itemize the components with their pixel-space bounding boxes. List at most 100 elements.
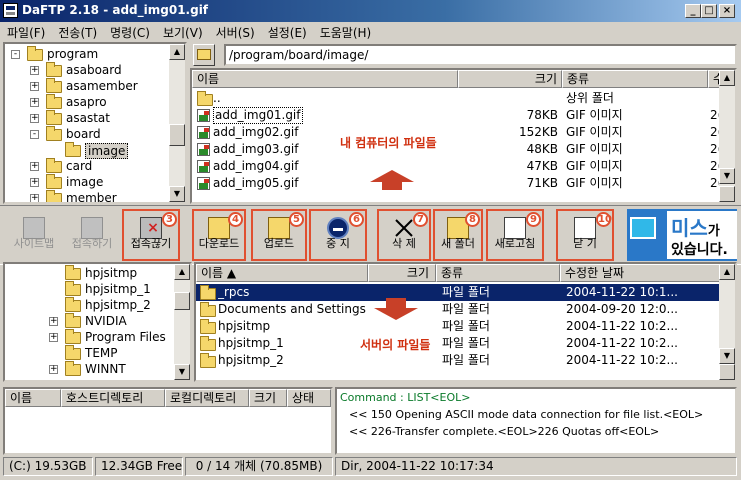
transfer-queue[interactable]: 이름 호스트디렉토리 로컬디렉토리 크기 상태 — [3, 387, 333, 455]
menu-server[interactable]: 서버(S) — [209, 22, 261, 41]
menu-settings[interactable]: 설정(E) — [261, 22, 313, 41]
home-button[interactable] — [193, 44, 215, 66]
scroll-down-button[interactable]: ▼ — [174, 364, 190, 380]
close-button[interactable]: × — [719, 4, 735, 18]
tree-item[interactable]: + member — [5, 190, 169, 202]
tree-item[interactable]: + asapro — [5, 94, 169, 110]
menu-transfer[interactable]: 전송(T) — [51, 22, 103, 41]
col-type-header[interactable]: 종류 — [562, 70, 708, 88]
file-row[interactable]: hpjsitmp 파일 폴더 2004-11-22 10:2... — [196, 318, 719, 335]
folder-icon — [46, 190, 62, 202]
tree-item[interactable]: hpjsitmp — [5, 265, 173, 281]
file-row[interactable]: add_img01.gif78KBGIF 이미지2( — [192, 107, 720, 124]
tree-item[interactable]: + NVIDIA — [5, 313, 173, 329]
local-folder-tree[interactable]: - program + asaboard + asamember + asapro + asast… — [3, 42, 187, 204]
remote-tree-scrollbar[interactable]: ▲ ▼ — [174, 264, 190, 380]
scroll-up-button[interactable]: ▲ — [719, 264, 735, 280]
tree-item[interactable]: image — [5, 142, 169, 159]
scroll-up-button[interactable]: ▲ — [169, 44, 185, 60]
queue-col-local-dir[interactable]: 로컬디렉토리 — [165, 389, 249, 407]
scroll-up-button[interactable]: ▲ — [174, 264, 190, 280]
queue-col-host-dir[interactable]: 호스트디렉토리 — [61, 389, 165, 407]
expand-toggle-icon[interactable]: + — [30, 194, 39, 202]
file-row[interactable]: add_img04.gif47KBGIF 이미지2( — [192, 158, 720, 175]
download-button[interactable]: 다운로드 4 — [192, 209, 246, 261]
scroll-up-button[interactable]: ▲ — [719, 70, 735, 86]
tree-item[interactable]: hpjsitmp_2 — [5, 297, 173, 313]
expand-toggle-icon[interactable]: - — [11, 50, 20, 59]
tree-item[interactable]: + Program Files — [5, 329, 173, 345]
disconnect-button[interactable]: × 접속끊기 3 — [122, 209, 180, 261]
command-log[interactable]: Command : LIST<EOL> << 150 Opening ASCII… — [335, 387, 737, 455]
col-type-header[interactable]: 종류 — [436, 264, 560, 282]
maximize-button[interactable]: □ — [701, 4, 717, 18]
arrow-up-icon — [370, 170, 414, 182]
menu-view[interactable]: 보기(V) — [156, 22, 209, 41]
close-button[interactable]: 닫 기 10 — [556, 209, 614, 261]
delete-button[interactable]: 삭 제 7 — [377, 209, 431, 261]
scroll-thumb[interactable] — [174, 292, 190, 310]
expand-toggle-icon[interactable]: + — [30, 162, 39, 171]
new-folder-button[interactable]: 새 폴더 8 — [433, 209, 483, 261]
ad-banner[interactable]: 미스가 있습니다. — [627, 209, 737, 261]
file-row[interactable]: add_img03.gif48KBGIF 이미지2( — [192, 141, 720, 158]
menu-help[interactable]: 도움말(H) — [313, 22, 378, 41]
tree-item[interactable]: - program — [5, 46, 169, 62]
scroll-down-button[interactable]: ▼ — [169, 186, 185, 202]
remote-folder-tree[interactable]: hpjsitmp hpjsitmp_1 hpjsitmp_2 + NVIDIA + Prog… — [3, 262, 192, 382]
file-row[interactable]: add_img02.gif152KBGIF 이미지2( — [192, 124, 720, 141]
tree-item[interactable]: + card — [5, 158, 169, 174]
minimize-button[interactable]: _ — [685, 4, 701, 18]
file-row[interactable]: add_img05.gif71KBGIF 이미지2( — [192, 175, 720, 192]
menu-file[interactable]: 파일(F) — [0, 22, 51, 41]
tree-item[interactable]: + asamember — [5, 78, 169, 94]
menu-command[interactable]: 명령(C) — [103, 22, 156, 41]
scroll-down-button[interactable]: ▼ — [719, 348, 735, 364]
scroll-down-button[interactable]: ▼ — [719, 168, 735, 184]
local-path-input[interactable]: /program/board/image/ — [224, 44, 737, 66]
expand-toggle-icon[interactable]: + — [49, 317, 58, 326]
expand-toggle-icon[interactable]: + — [30, 114, 39, 123]
file-row[interactable]: hpjsitmp_2 파일 폴더 2004-11-22 10:2... — [196, 352, 719, 369]
queue-col-status[interactable]: 상태 — [287, 389, 331, 407]
tree-item[interactable]: hpjsitmp_1 — [5, 281, 173, 297]
file-row[interactable]: _rpcs 파일 폴더 2004-11-22 10:1... — [196, 284, 719, 301]
file-name: add_img04.gif — [213, 159, 299, 173]
tree-item[interactable]: + asastat — [5, 110, 169, 126]
expand-toggle-icon[interactable]: + — [30, 98, 39, 107]
col-name-header[interactable]: 이름 ▲ — [196, 264, 368, 282]
expand-toggle-icon[interactable]: + — [30, 82, 39, 91]
tree-item[interactable]: TEMP — [5, 345, 173, 361]
queue-col-name[interactable]: 이름 — [5, 389, 61, 407]
col-name-header[interactable]: 이름 — [192, 70, 458, 88]
queue-col-size[interactable]: 크기 — [249, 389, 287, 407]
remote-file-list[interactable]: 이름 ▲ 크기 종류 수정한 날짜 _rpcs 파일 폴더 2004-11-22 1… — [194, 262, 737, 382]
tree-item[interactable]: + image — [5, 174, 169, 190]
tree-item[interactable]: - board — [5, 126, 169, 142]
col-date-header[interactable]: 수정한 날짜 — [560, 264, 723, 282]
file-row[interactable]: .. 상위 폴더 — [192, 90, 719, 107]
local-file-list[interactable]: 이름 크기 종류 수 ..상위 폴더add_img01.gif78KBGIF 이… — [190, 68, 737, 204]
expand-toggle-icon[interactable]: - — [30, 130, 39, 139]
file-name: hpjsitmp_1 — [218, 336, 284, 350]
refresh-button[interactable]: 새로고침 9 — [486, 209, 544, 261]
col-size-header[interactable]: 크기 — [458, 70, 562, 88]
connect-button[interactable]: 접속하기 — [64, 209, 120, 261]
expand-toggle-icon[interactable]: + — [49, 365, 58, 374]
file-row[interactable]: Documents and Settings 파일 폴더 2004-09-20 12… — [196, 301, 719, 318]
stop-button[interactable]: 중 지 6 — [309, 209, 367, 261]
scroll-thumb[interactable] — [169, 124, 185, 146]
file-row[interactable]: hpjsitmp_1 파일 폴더 2004-11-22 10:2... — [196, 335, 719, 352]
remote-list-scrollbar[interactable]: ▲ ▼ — [719, 264, 735, 380]
expand-toggle-icon[interactable]: + — [30, 178, 39, 187]
col-size-header[interactable]: 크기 — [368, 264, 436, 282]
local-tree-scrollbar[interactable]: ▲ ▼ — [169, 44, 185, 202]
sitemap-button[interactable]: 사이트맵 — [6, 209, 62, 261]
upload-button[interactable]: 업로드 5 — [251, 209, 307, 261]
tree-item[interactable]: + WINNT — [5, 361, 173, 377]
banner-text-1b: 가 — [707, 224, 720, 239]
tree-item[interactable]: + asaboard — [5, 62, 169, 78]
expand-toggle-icon[interactable]: + — [49, 333, 58, 342]
expand-toggle-icon[interactable]: + — [30, 66, 39, 75]
local-list-scrollbar[interactable]: ▲ ▼ — [719, 70, 735, 202]
